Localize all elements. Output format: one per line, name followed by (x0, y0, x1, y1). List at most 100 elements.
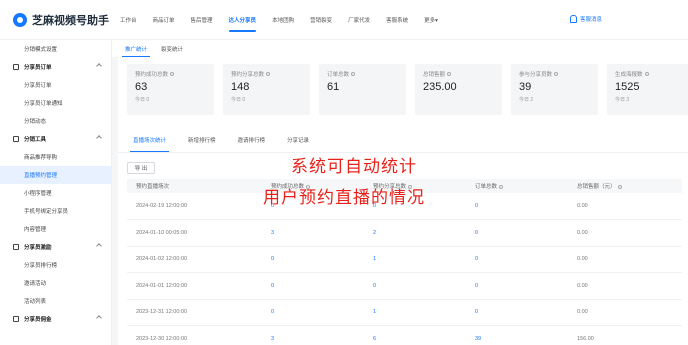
topnav-after-sales[interactable]: 售后管理 (183, 0, 221, 40)
info-icon[interactable] (644, 72, 649, 76)
cell-reservation-share[interactable]: 2 (364, 219, 466, 247)
column-header: 总销售额（元） (568, 179, 682, 193)
cell-sales-amount: 0.00 (568, 219, 682, 247)
sidebar-item-phone-binding[interactable]: 手机号绑定分享员 (0, 202, 111, 220)
sidebar-item-distribution-settings[interactable]: 分销模式设置 (0, 40, 111, 58)
tab-live-session-stats[interactable]: 直播场次统计 (122, 127, 177, 152)
live-session-table: 预约直播场次 预约成功总数 预约分享总数 订单总数 总销售额（元） 2024-0… (127, 179, 682, 345)
column-header: 预约直播场次 (127, 179, 262, 193)
sidebar-group-label: 分享员订单 (24, 65, 52, 71)
topnav-workbench[interactable]: 工作台 (112, 0, 145, 40)
column-header: 订单总数 (466, 179, 568, 193)
cell-order-count[interactable]: 0 (466, 193, 568, 220)
column-header: 预约成功总数 (262, 179, 364, 193)
sidebar-group-distribution-tools[interactable]: 分销工具 (0, 130, 111, 148)
info-icon[interactable] (408, 184, 413, 189)
sidebar-item-sharer-orders[interactable]: 分享员订单 (0, 76, 111, 94)
app-logo[interactable]: 芝麻视频号助手 (0, 12, 112, 28)
cell-order-count[interactable]: 39 (466, 325, 568, 345)
table-row: 2024-01-02 12:00:00 0 1 0 0.00 (127, 246, 682, 273)
tab-share-records[interactable]: 分享记录 (276, 127, 320, 152)
sidebar-group-label: 分享员佣金 (24, 317, 52, 323)
sidebar-group-sharer-orders[interactable]: 分享员订单 (0, 58, 111, 76)
top-bar: 芝麻视频号助手 工作台 商品订单 售后管理 达人分享员 本地团购 营销裂变 厂家… (0, 0, 688, 40)
sidebar-group-commission[interactable]: 分享员佣金 (0, 310, 111, 328)
sidebar-group-incentives[interactable]: 分享员激励 (0, 238, 111, 256)
chevron-up-icon (96, 135, 102, 141)
cell-order-count[interactable]: 0 (466, 246, 568, 273)
main-content: 推广统计 裂变统计 预约成功总数 63 今日 0 预约分享总数 148 今日 0… (112, 40, 688, 345)
notification-label: 客服消息 (580, 17, 603, 23)
cell-reservation-success[interactable]: 3 (262, 325, 364, 345)
stat-label: 预约成功总数 (135, 72, 169, 78)
tab-invite-ranking[interactable]: 邀请排行榜 (227, 127, 277, 152)
sidebar-item-live-reservation[interactable]: 直播预约管理 (0, 166, 111, 184)
cell-reservation-share[interactable]: 6 (364, 325, 466, 345)
cell-session-time: 2024-01-10 00:05:00 (127, 219, 262, 247)
cell-reservation-success[interactable]: 0 (262, 272, 364, 300)
topnav-product-orders[interactable]: 商品订单 (145, 0, 183, 40)
stat-card: 生成海报数 1525 今日 3 (607, 64, 688, 115)
topnav-sharers[interactable]: 达人分享员 (221, 0, 265, 40)
info-icon[interactable] (266, 72, 271, 76)
cell-reservation-share[interactable]: 0 (364, 272, 466, 300)
stat-value: 1525 (615, 81, 640, 93)
notification-link[interactable]: 客服消息 (570, 15, 602, 23)
topnav-more[interactable]: 更多▾ (416, 0, 446, 40)
sidebar-item-leaderboard[interactable]: 分享员排行榜 (0, 256, 111, 274)
table-row: 2023-12-30 12:00:00 3 6 39 156.00 (127, 325, 682, 345)
tab-fission-stats[interactable]: 裂变统计 (154, 40, 190, 57)
sidebar-item-activity-list[interactable]: 活动列表 (0, 292, 111, 310)
topnav-customer-service[interactable]: 客服系统 (378, 0, 416, 40)
topnav-dropship[interactable]: 厂家代发 (340, 0, 378, 40)
stat-card: 预约分享总数 148 今日 0 (223, 64, 310, 115)
cell-reservation-share[interactable]: 1 (364, 246, 466, 273)
sidebar-item-miniprogram[interactable]: 小程序管理 (0, 184, 111, 202)
chevron-up-icon (96, 315, 102, 321)
sidebar-item-content[interactable]: 内容管理 (0, 220, 111, 238)
table-row: 2024-02-19 12:00:00 0 0 0 0.00 (127, 193, 682, 220)
info-icon[interactable] (554, 72, 559, 76)
info-icon[interactable] (351, 72, 356, 76)
cell-session-time: 2024-01-01 12:00:00 (127, 272, 262, 300)
cell-order-count[interactable]: 0 (466, 219, 568, 247)
cell-reservation-share[interactable]: 0 (364, 193, 466, 220)
chevron-up-icon (96, 243, 102, 249)
cell-sales-amount: 0.00 (568, 246, 682, 273)
stat-label: 参与分享员数 (519, 72, 553, 78)
cell-reservation-success[interactable]: 0 (262, 246, 364, 273)
cell-reservation-share[interactable]: 1 (364, 299, 466, 326)
cell-order-count[interactable]: 0 (466, 299, 568, 326)
export-button[interactable]: 导 出 (127, 162, 155, 174)
top-nav: 工作台 商品订单 售后管理 达人分享员 本地团购 营销裂变 厂家代发 客服系统 … (112, 0, 446, 40)
panel-tabs: 直播场次统计 新增排行榜 邀请排行榜 分享记录 (118, 127, 688, 153)
sidebar-item-distribution-feed[interactable]: 分销动态 (0, 112, 111, 130)
cell-reservation-success[interactable]: 0 (262, 299, 364, 326)
sidebar-item-order-notice[interactable]: 分享员订单通知 (0, 94, 111, 112)
stat-value: 148 (231, 81, 250, 93)
sidebar-item-product-recommend[interactable]: 商品推荐导购 (0, 148, 111, 166)
info-icon[interactable] (617, 184, 622, 189)
stat-card: 订单总数 61 (319, 64, 406, 115)
stat-value: 61 (327, 81, 340, 93)
cell-order-count[interactable]: 0 (466, 272, 568, 300)
cell-session-time: 2023-12-31 12:00:00 (127, 299, 262, 326)
sidebar-item-invite-activity[interactable]: 邀请活动 (0, 274, 111, 292)
cell-reservation-success[interactable]: 3 (262, 219, 364, 247)
info-icon[interactable] (499, 184, 504, 189)
cell-reservation-success[interactable]: 0 (262, 193, 364, 220)
stat-card: 预约成功总数 63 今日 0 (127, 64, 214, 115)
topnav-local-groupbuy[interactable]: 本地团购 (264, 0, 302, 40)
table-row: 2023-12-31 12:00:00 0 1 0 0.00 (127, 299, 682, 326)
stat-label: 订单总数 (327, 72, 350, 78)
stat-today: 今日 2 (519, 97, 534, 103)
info-icon[interactable] (170, 72, 175, 76)
topnav-marketing[interactable]: 营销裂变 (302, 0, 340, 40)
tab-new-ranking[interactable]: 新增排行榜 (177, 127, 227, 152)
stat-label: 总销售额 (423, 72, 446, 78)
tab-promotion-stats[interactable]: 推广统计 (118, 40, 154, 57)
orders-icon (13, 64, 19, 70)
info-icon[interactable] (447, 72, 452, 76)
sub-tabs: 推广统计 裂变统计 (112, 40, 688, 57)
info-icon[interactable] (306, 184, 311, 189)
